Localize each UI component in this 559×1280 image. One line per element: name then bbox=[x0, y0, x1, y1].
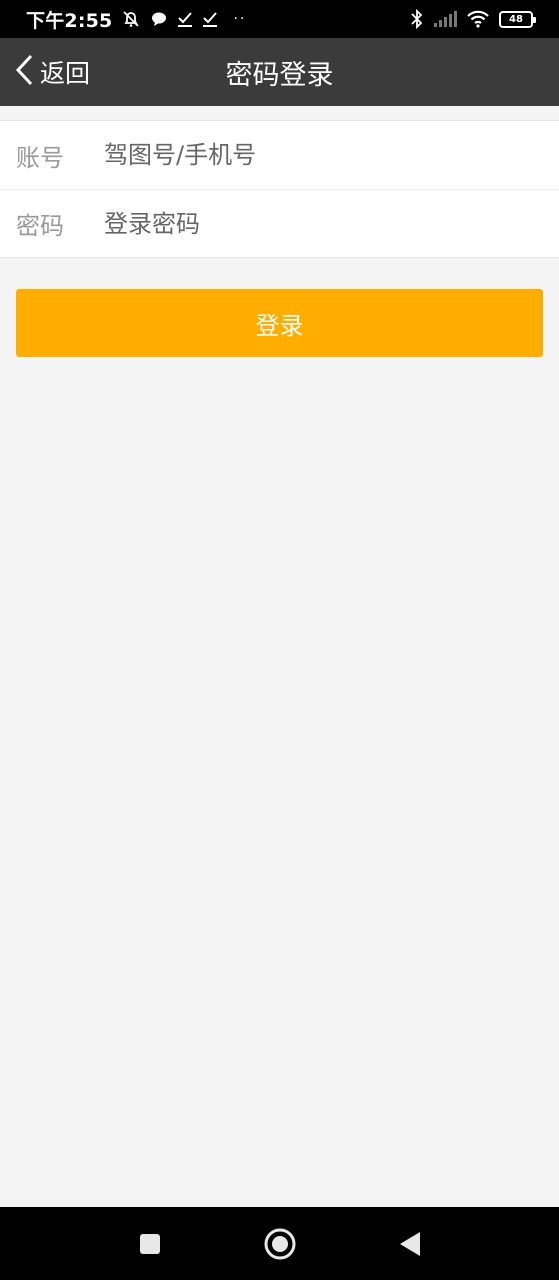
back-label: 返回 bbox=[40, 59, 91, 88]
login-form: 账号 密码 bbox=[0, 120, 559, 258]
more-notifications-dots: ·· bbox=[233, 11, 247, 27]
chevron-left-icon bbox=[14, 53, 36, 91]
download-done-icon-2 bbox=[202, 9, 218, 29]
alarm-off-icon bbox=[121, 9, 141, 29]
system-nav-bar bbox=[0, 1207, 559, 1280]
title-bar: 返回 密码登录 bbox=[0, 38, 559, 106]
page-title: 密码登录 bbox=[225, 59, 334, 91]
account-input[interactable] bbox=[104, 121, 559, 189]
back-triangle-icon[interactable] bbox=[390, 1224, 430, 1264]
recent-apps-icon[interactable] bbox=[130, 1224, 170, 1264]
wifi-icon bbox=[466, 9, 490, 29]
screen: 下午2:55 ·· 48 返回 密码登录 账号 驾图号/手机号 密码 登录 bbox=[0, 0, 559, 1280]
message-bubble-icon bbox=[150, 9, 168, 29]
login-button[interactable]: 登录 bbox=[16, 289, 543, 357]
status-bar: 下午2:55 ·· 48 bbox=[0, 0, 559, 38]
account-label: 账号 bbox=[16, 143, 64, 172]
home-icon[interactable] bbox=[260, 1224, 300, 1264]
password-label: 密码 bbox=[16, 212, 64, 240]
download-done-icon bbox=[177, 9, 193, 29]
status-time: 下午2:55 bbox=[26, 9, 113, 32]
password-row: 密码 bbox=[0, 189, 559, 257]
status-right: 48 bbox=[410, 9, 536, 29]
signal-strength-icon bbox=[433, 9, 457, 29]
back-button[interactable]: 返回 bbox=[14, 38, 90, 106]
password-input[interactable] bbox=[104, 190, 559, 257]
battery-icon: 48 bbox=[499, 10, 536, 28]
bluetooth-icon bbox=[410, 9, 424, 29]
status-left: 下午2:55 ·· bbox=[26, 6, 246, 33]
account-row: 账号 bbox=[0, 121, 559, 189]
